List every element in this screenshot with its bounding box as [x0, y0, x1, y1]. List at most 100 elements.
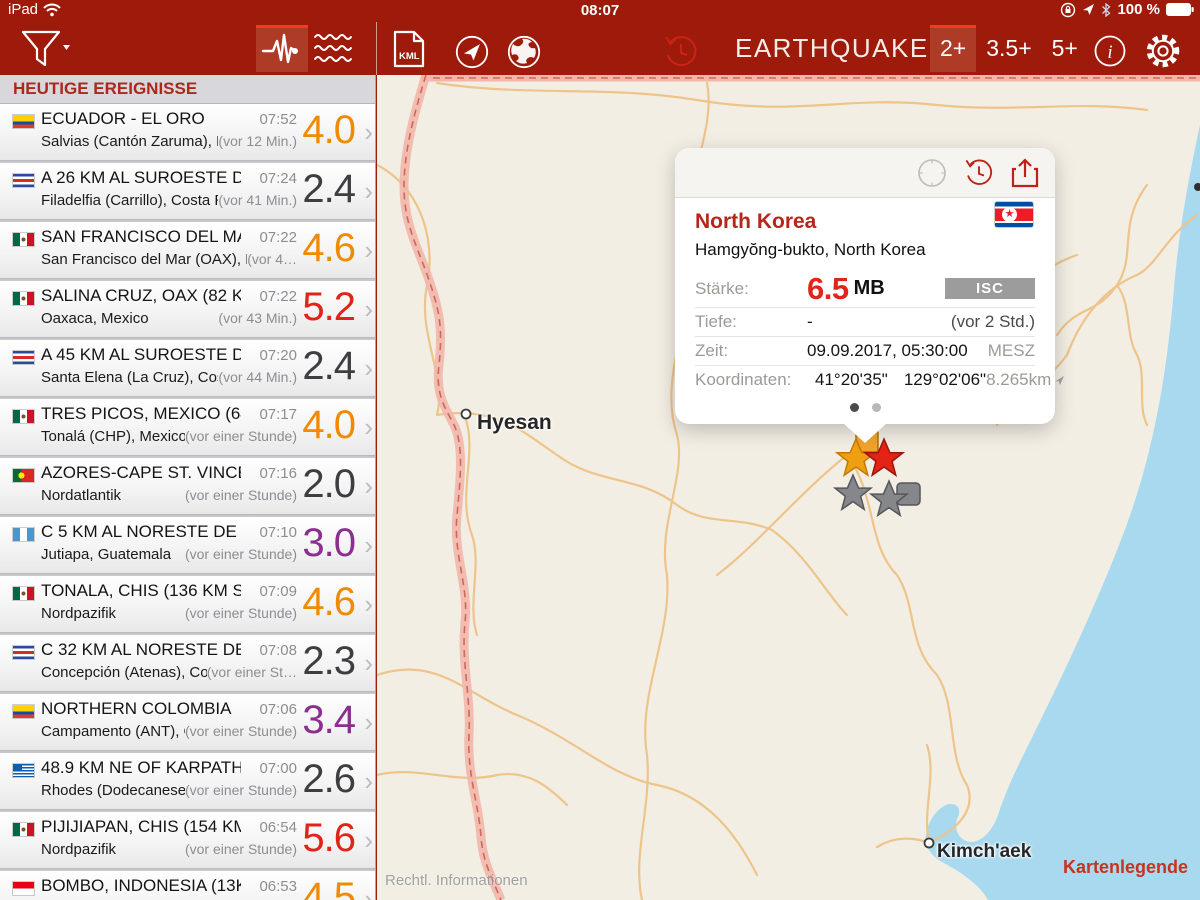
country-flag-icon — [13, 764, 34, 777]
earthquake-list-item[interactable]: SALINA CRUZ, OAX (82 KM SE) 07:22 Oaxaca… — [0, 281, 375, 338]
magnitude-filter-group: 2+ 3.5+ 5+ — [930, 25, 1088, 72]
coordinates-label: Koordinaten: — [695, 370, 815, 390]
event-location: Santa Elena (La Cruz), Costa Rica — [41, 369, 218, 386]
earthquake-list-item[interactable]: AZORES-CAPE ST. VINCENT… 07:16 Nordatlan… — [0, 458, 375, 515]
list-mode-waves-button[interactable] — [312, 28, 354, 70]
country-flag-icon — [13, 174, 34, 187]
event-relative-time: (vor einer Stunde) — [185, 782, 297, 798]
magnitude-value: 5.6 — [283, 816, 355, 861]
legal-info-link[interactable]: Rechtl. Informationen — [385, 872, 528, 889]
chevron-right-icon: › — [364, 884, 373, 900]
settings-gear-icon[interactable] — [1144, 32, 1182, 70]
event-list-panel: HEUTIGE EREIGNISSE ECUADOR - EL ORO 07:5… — [0, 75, 376, 900]
event-location: Campamento (ANT), Colombia — [41, 723, 185, 740]
earthquake-list-item[interactable]: A 26 KM AL SUROESTE DE… 07:24 Filadelfia… — [0, 163, 375, 220]
map-city-label-kimchaek: Kimch'aek — [937, 841, 1031, 863]
event-location: Nordatlantik — [41, 487, 121, 504]
event-title: A 26 KM AL SUROESTE DE… — [41, 168, 241, 188]
magnitude-unit: MB — [854, 277, 885, 300]
history-button-pressed[interactable] — [662, 33, 700, 71]
chevron-right-icon: › — [364, 412, 373, 443]
map-view[interactable]: Hyesan Kimch'aek Rechtl. Informationen K… — [377, 75, 1200, 900]
globe-map-button[interactable] — [507, 35, 541, 69]
earthquake-list-item[interactable]: ECUADOR - EL ORO 07:52 Salvias (Cantón Z… — [0, 104, 375, 161]
earthquake-list-item[interactable]: NORTHERN COLOMBIA 07:06 Campamento (ANT)… — [0, 694, 375, 751]
magnitude-value: 2.0 — [283, 462, 355, 507]
magnitude-value: 4.6 — [283, 226, 355, 271]
magnitude-row: Stärke: 6.5 MB ISC — [695, 270, 1035, 307]
event-location: Oaxaca, Mexico — [41, 310, 149, 327]
kml-export-button[interactable]: KML — [392, 30, 426, 68]
earthquake-list-item[interactable]: 48.9 KM NE OF KARPATHOS 07:00 Rhodes (Do… — [0, 753, 375, 810]
earthquake-list-item[interactable]: A 45 KM AL SUROESTE DE… 07:20 Santa Elen… — [0, 340, 375, 397]
filter-button[interactable] — [16, 28, 74, 70]
earthquake-list-item[interactable]: SAN FRANCISCO DEL MAR,… 07:22 San Franci… — [0, 222, 375, 279]
event-relative-time: (vor einer Stunde) — [185, 723, 297, 739]
event-location: Salvias (Cantón Zaruma), Ecuador — [41, 133, 218, 150]
page-indicator — [695, 403, 1035, 412]
compass-icon[interactable] — [917, 158, 947, 188]
event-relative-time: (vor einer Stunde) — [185, 487, 297, 503]
popup-magnitude-value: 6.5 — [807, 271, 849, 307]
magnitude-value: 2.4 — [283, 344, 355, 389]
country-flag-icon — [13, 292, 34, 305]
latitude-value: 41°20'35" — [815, 370, 888, 390]
map-city-label-hyesan: Hyesan — [477, 411, 552, 435]
magnitude-filter-5plus[interactable]: 5+ — [1042, 25, 1088, 72]
earthquake-list-item[interactable]: TRES PICOS, MEXICO (64KM… 07:17 Tonalá (… — [0, 399, 375, 456]
chevron-right-icon: › — [364, 235, 373, 266]
earthquake-list-item[interactable]: TONALA, CHIS (136 KM SW) 07:09 Nordpazif… — [0, 576, 375, 633]
country-flag-icon — [13, 469, 34, 482]
top-toolbar: KML EARTHQUAKE 2+ 3.5+ 5+ — [0, 22, 1200, 75]
chevron-right-icon: › — [364, 353, 373, 384]
clock-time: 08:07 — [0, 2, 1200, 19]
status-bar: iPad 08:07 — [0, 0, 1200, 22]
earthquake-list-item[interactable]: PIJIJIAPAN, CHIS (154 KM SW) 06:54 Nordp… — [0, 812, 375, 869]
list-mode-seismograph-button[interactable] — [256, 25, 308, 72]
country-flag-icon — [13, 115, 34, 128]
depth-value: - — [807, 312, 813, 332]
event-title: C 5 KM AL NORESTE DE JU… — [41, 522, 241, 542]
event-title: PIJIJIAPAN, CHIS (154 KM SW) — [41, 817, 241, 837]
page-dot-active[interactable] — [850, 403, 859, 412]
info-button[interactable]: i — [1094, 35, 1126, 67]
event-title: C 32 KM AL NORESTE DE T… — [41, 640, 241, 660]
event-relative-time: (vor einer Stunde) — [185, 546, 297, 562]
event-location: Nordpazifik — [41, 841, 116, 858]
event-title: AZORES-CAPE ST. VINCENT… — [41, 463, 241, 483]
country-flag-icon — [13, 646, 34, 659]
event-location: Filadelfia (Carrillo), Costa Rica — [41, 192, 218, 209]
earthquake-list-item[interactable]: C 5 KM AL NORESTE DE JU… 07:10 Jutiapa, … — [0, 517, 375, 574]
event-title: TONALA, CHIS (136 KM SW) — [41, 581, 241, 601]
event-title: BOMBO, INDONESIA (13KM E) — [41, 876, 241, 896]
page-dot-inactive[interactable] — [872, 403, 881, 412]
locate-me-button[interactable] — [455, 35, 489, 69]
history-icon[interactable] — [963, 157, 995, 189]
app-title: EARTHQUAKE — [735, 33, 915, 64]
source-badge[interactable]: ISC — [945, 278, 1035, 299]
event-title: ECUADOR - EL ORO — [41, 109, 205, 129]
toolbar-divider — [376, 22, 377, 75]
chevron-right-icon: › — [364, 707, 373, 738]
earthquake-list-item[interactable]: C 32 KM AL NORESTE DE T… 07:08 Concepció… — [0, 635, 375, 692]
map-legend-link[interactable]: Kartenlegende — [1063, 857, 1188, 878]
magnitude-label: Stärke: — [695, 279, 807, 299]
popup-title: North Korea — [695, 210, 1035, 234]
country-flag-icon — [13, 233, 34, 246]
country-flag-icon — [13, 351, 34, 364]
magnitude-filter-2plus[interactable]: 2+ — [930, 25, 976, 72]
earthquake-app: iPad 08:07 — [0, 0, 1200, 900]
share-icon[interactable] — [1011, 158, 1039, 188]
svg-text:i: i — [1107, 42, 1112, 63]
magnitude-value: 2.4 — [283, 167, 355, 212]
longitude-value: 129°02'06" — [904, 370, 986, 390]
chevron-right-icon: › — [364, 648, 373, 679]
country-flag-icon — [13, 410, 34, 423]
event-relative-time: (vor einer Stunde) — [185, 605, 297, 621]
magnitude-filter-35plus[interactable]: 3.5+ — [976, 25, 1041, 72]
orientation-lock-icon — [1060, 2, 1076, 18]
chevron-right-icon: › — [364, 471, 373, 502]
earthquake-list-item[interactable]: BOMBO, INDONESIA (13KM E) 06:53 4.5 › — [0, 871, 375, 900]
svg-text:KML: KML — [399, 51, 420, 62]
direction-arrow-icon — [1054, 375, 1065, 386]
